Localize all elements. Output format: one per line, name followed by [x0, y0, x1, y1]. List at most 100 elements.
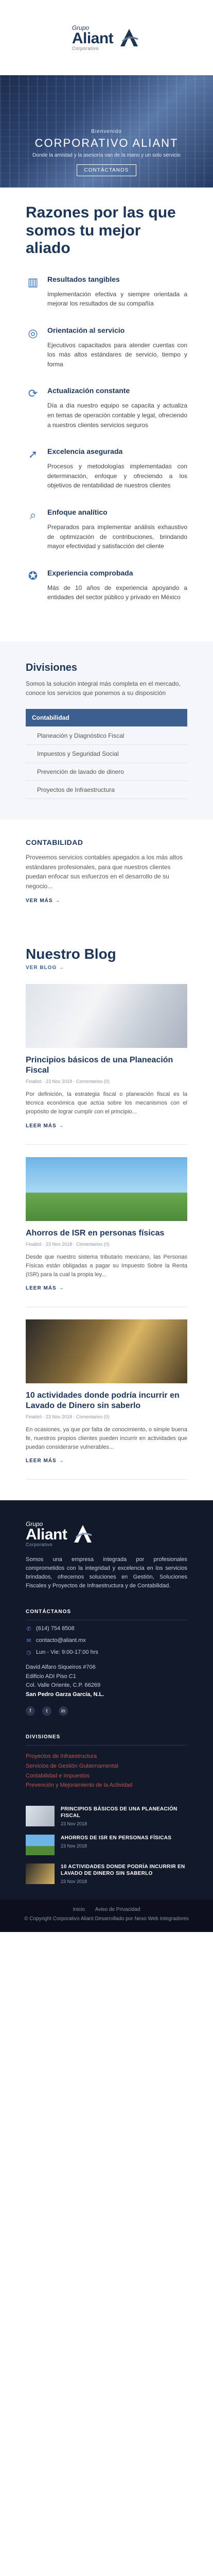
blog-post-image[interactable]	[26, 1157, 187, 1221]
contact-button[interactable]: CONTÁCTANOS	[76, 164, 137, 176]
blog-post-title[interactable]: Ahorros de ISR en personas físicas	[26, 1228, 187, 1239]
blog-post: Ahorros de ISR en personas físicas Final…	[26, 1157, 187, 1307]
chart-icon: ▥	[27, 275, 39, 289]
feature-text: Procesos y metodologías implementadas co…	[47, 463, 187, 489]
footer-divisions-title: DIVISIONES	[26, 1734, 187, 1746]
feature-title: Resultados tangibles	[47, 275, 120, 283]
blog-section: Nuestro Blog VER BLOG → Principios básic…	[0, 925, 213, 1500]
logo[interactable]: Grupo Aliant Corporativo	[72, 25, 141, 51]
footer-email[interactable]: ✉ contacto@aliant.mx	[26, 1637, 187, 1644]
footer-post-title: AHORROS DE ISR EN PERSONAS FÍSICAS	[61, 1835, 172, 1841]
footer-address: David Alfaro Siqueiros #706 Edificio ADI…	[26, 1663, 187, 1699]
site-header: Grupo Aliant Corporativo	[0, 0, 213, 75]
feature-text: Implementación efectiva y siempre orient…	[47, 290, 187, 308]
accounting-panel: CONTABILIDAD Proveemos servicios contabl…	[0, 820, 213, 926]
blog-post-meta: Finalizó · 23 Nov 2018 · Comentarios (0)	[26, 1241, 110, 1247]
divisions-intro: Somos la solución integral más completa …	[26, 680, 181, 697]
footer-post-date: 23 Nov 2018	[61, 1879, 87, 1885]
hero-banner: Bienvenido CORPORATIVO ALIANT Donde la a…	[0, 75, 213, 188]
blog-post-image[interactable]	[26, 984, 187, 1048]
footer-post-item[interactable]: PRINCIPIOS BÁSICOS DE UNA PLANEACIÓN FIS…	[26, 1806, 187, 1827]
address-line-3: Col. Valle Oriente, C.P. 66269	[26, 1682, 101, 1689]
blog-post-excerpt: Por definición, la estrategia fiscal o p…	[26, 1091, 187, 1115]
footer-post-item[interactable]: 10 ACTIVIDADES DONDE PODRÍA INCURRIR EN …	[26, 1863, 187, 1885]
mail-icon: ✉	[26, 1637, 31, 1644]
feature-title: Excelencia asegurada	[47, 447, 123, 456]
hero-title: CORPORATIVO ALIANT	[34, 137, 179, 149]
blog-post-title[interactable]: Principios básicos de una Planeación Fis…	[26, 1055, 187, 1076]
footer-hours: ◷ Lun - Vie: 9:00-17:00 hrs	[26, 1649, 187, 1656]
address-line-4: San Pedro Garza García, N.L.	[26, 1691, 104, 1698]
blog-post-meta: Finalizó · 23 Nov 2018 · Comentarios (0)	[26, 1079, 110, 1084]
footer-post-date: 23 Nov 2018	[61, 1821, 87, 1827]
feature-item: ⌕ Enfoque analítico Preparados para impl…	[26, 508, 187, 551]
hero-subtitle: Donde la amistad y la asesoría van de la…	[32, 152, 181, 158]
footer-logo-name: Aliant	[26, 1526, 67, 1543]
footer-contact-title: CONTÁCTANOS	[26, 1609, 187, 1620]
division-label: Proyectos de Infraestructura	[37, 786, 115, 793]
division-label: Prevención de lavado de dinero	[37, 768, 124, 775]
linkedin-icon[interactable]: in	[59, 1706, 68, 1716]
home-link[interactable]: Inicio	[73, 1907, 84, 1912]
footer-recent-posts: PRINCIPIOS BÁSICOS DE UNA PLANEACIÓN FIS…	[26, 1806, 187, 1885]
accounting-more-link[interactable]: VER MÁS →	[26, 898, 60, 904]
facebook-icon[interactable]: f	[26, 1706, 35, 1716]
read-more-link[interactable]: LEER MÁS →	[26, 1285, 64, 1291]
search-icon: ⌕	[29, 509, 37, 522]
feature-item: ➚ Excelencia asegurada Procesos y metodo…	[26, 447, 187, 490]
blog-post-excerpt: En ocasiones, ya que por falta de conoci…	[26, 1426, 187, 1450]
division-item[interactable]: Proyectos de Infraestructura	[26, 781, 187, 799]
footer-logo-sub: Corporativo	[26, 1541, 53, 1547]
logo-mark-icon	[120, 29, 138, 46]
logo-sub: Corporativo	[72, 45, 99, 51]
accounting-text: Proveemos servicios contables apegados a…	[26, 854, 183, 890]
footer-division-link[interactable]: Proyectos de Infraestructura	[26, 1752, 187, 1761]
logo-name: Aliant	[72, 29, 114, 47]
feature-title: Experiencia comprobada	[47, 568, 133, 577]
divisions-list: Contabilidad Planeación y Diagnóstico Fi…	[26, 709, 187, 799]
read-more-link[interactable]: LEER MÁS →	[26, 1458, 64, 1464]
address-line-1: David Alfaro Siqueiros #706	[26, 1664, 96, 1670]
footer-division-link[interactable]: Servicios de Gestión Gubernamental	[26, 1761, 187, 1771]
footer-divisions-list: Proyectos de Infraestructura Servicios de…	[26, 1752, 187, 1790]
footer-logo-text: Grupo Aliant Corporativo	[26, 1521, 67, 1547]
social-links: f t in	[26, 1706, 187, 1716]
footer-logo[interactable]: Grupo Aliant Corporativo	[26, 1521, 187, 1547]
footer-post-thumbnail	[26, 1863, 55, 1885]
footer-post-thumbnail	[26, 1806, 55, 1827]
footer-division-link[interactable]: Contabilidad e Impuestos	[26, 1771, 187, 1781]
division-item[interactable]: Planeación y Diagnóstico Fiscal	[26, 727, 187, 745]
footer-division-link[interactable]: Prevención y Mejoramiento de la Activida…	[26, 1781, 187, 1790]
hero-kicker: Bienvenido	[91, 129, 122, 134]
blog-title: Nuestro Blog	[26, 946, 116, 962]
footer-about: Somos una empresa integrada por profesio…	[26, 1556, 187, 1589]
division-item[interactable]: Impuestos y Seguridad Social	[26, 745, 187, 763]
feature-item: ◎ Orientación al servicio Ejecutivos cap…	[26, 326, 187, 369]
division-item[interactable]: Contabilidad	[26, 709, 187, 727]
badge-icon: ✪	[28, 569, 38, 582]
bottom-bar: Inicio Aviso de Privacidad © Copyright C…	[0, 1900, 213, 1933]
feature-title: Enfoque analítico	[47, 508, 108, 517]
footer-post-item[interactable]: AHORROS DE ISR EN PERSONAS FÍSICAS 23 No…	[26, 1835, 187, 1856]
footer-post-thumbnail	[26, 1835, 55, 1856]
division-item[interactable]: Prevención de lavado de dinero	[26, 763, 187, 781]
footer-logo-mark-icon	[74, 1525, 92, 1543]
view-blog-link[interactable]: VER BLOG →	[26, 965, 64, 971]
feature-title: Actualización constante	[47, 386, 130, 395]
read-more-link[interactable]: LEER MÁS →	[26, 1123, 64, 1129]
twitter-icon[interactable]: t	[42, 1706, 51, 1716]
footer-phone[interactable]: ✆ (614) 754 8508	[26, 1625, 187, 1632]
feature-text: Ejecutivos capacitados para atender cuen…	[47, 341, 187, 368]
reasons-section: Razones por las que somos tu mejor aliad…	[0, 188, 213, 607]
rocket-icon: ➚	[28, 448, 38, 461]
divisions-section: Divisiones Somos la solución integral má…	[0, 641, 213, 820]
copyright: © Copyright Corporativo Aliant Desarroll…	[24, 1916, 189, 1922]
footer-post-title: PRINCIPIOS BÁSICOS DE UNA PLANEACIÓN FIS…	[61, 1806, 177, 1819]
divisions-title: Divisiones	[26, 662, 78, 673]
blog-post-image[interactable]	[26, 1319, 187, 1383]
blog-post-title[interactable]: 10 actividades donde podría incurrir en …	[26, 1391, 187, 1411]
division-label: Impuestos y Seguridad Social	[37, 750, 119, 757]
address-line-2: Edificio ADI Piso C1	[26, 1673, 76, 1680]
privacy-link[interactable]: Aviso de Privacidad	[95, 1907, 140, 1912]
reasons-title: Razones por las que somos tu mejor aliad…	[26, 204, 176, 257]
